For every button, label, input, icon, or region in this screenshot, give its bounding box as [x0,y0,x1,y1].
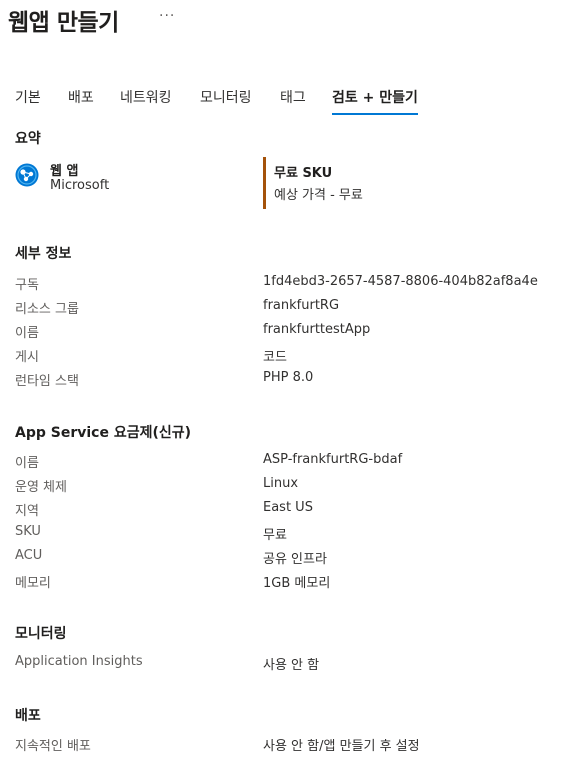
plan-row: 운영 체제 Linux [0,476,577,496]
tab-bar: 기본 배포 네트워킹 모니터링 태그 검토 + 만들기 [15,87,418,117]
tab-review-create[interactable]: 검토 + 만들기 [332,87,418,115]
tab-basics[interactable]: 기본 [15,87,68,115]
details-row: 리소스 그룹 frankfurtRG [0,298,577,318]
monitoring-row: Application Insights 사용 안 함 [0,654,577,674]
tab-monitoring[interactable]: 모니터링 [200,87,280,115]
detail-key: 게시 [15,350,39,365]
detail-key: 이름 [15,326,39,341]
monitoring-heading: 모니터링 [15,626,67,642]
plan-key: 이름 [15,456,39,471]
tab-tags[interactable]: 태그 [280,87,332,115]
detail-value: frankfurttestApp [263,322,371,337]
detail-key: 구독 [15,278,39,293]
plan-key: 지역 [15,504,39,519]
monitoring-key: Application Insights [15,654,143,669]
plan-key: ACU [15,548,43,563]
sku-price: 예상 가격 - 무료 [274,188,363,203]
page-title: 웹앱 만들기 [8,10,119,36]
detail-key: 런타임 스택 [15,374,79,389]
details-row: 게시 코드 [0,346,577,366]
detail-value: PHP 8.0 [263,370,314,385]
deployment-heading: 배포 [15,708,41,724]
deployment-key: 지속적인 배포 [15,739,91,754]
app-publisher: Microsoft [50,178,110,193]
plan-row: 지역 East US [0,500,577,520]
plan-heading: App Service 요금제(신규) [15,425,192,441]
detail-key: 리소스 그룹 [15,302,79,317]
web-app-icon [15,163,39,187]
plan-row: 메모리 1GB 메모리 [0,572,577,592]
plan-value: Linux [263,476,299,491]
plan-value: 1GB 메모리 [263,576,331,591]
details-row: 이름 frankfurttestApp [0,322,577,342]
details-row: 런타임 스택 PHP 8.0 [0,370,577,390]
app-name: 웹 앱 [50,164,79,179]
detail-value: frankfurtRG [263,298,340,313]
sku-title: 무료 SKU [274,166,333,181]
summary-app: 웹 앱 Microsoft [15,158,235,198]
monitoring-value: 사용 안 함 [263,658,320,673]
plan-key: SKU [15,524,41,539]
sku-callout: 무료 SKU 예상 가격 - 무료 [263,157,363,209]
plan-row: 이름 ASP-frankfurtRG-bdaf [0,452,577,472]
detail-value: 코드 [263,350,287,365]
plan-key: 메모리 [15,576,51,591]
plan-value: ASP-frankfurtRG-bdaf [263,452,403,467]
deployment-value: 사용 안 함/앱 만들기 후 설정 [263,739,420,754]
plan-row: ACU 공유 인프라 [0,548,577,568]
tab-networking[interactable]: 네트워킹 [120,87,200,115]
plan-value: 공유 인프라 [263,552,327,567]
detail-value: 1fd4ebd3-2657-4587-8806-404b82af8a4e [263,274,538,289]
plan-value: 무료 [263,528,287,543]
plan-row: SKU 무료 [0,524,577,544]
details-heading: 세부 정보 [15,246,72,262]
plan-value: East US [263,500,313,515]
tab-deployment[interactable]: 배포 [68,87,120,115]
deployment-row: 지속적인 배포 사용 안 함/앱 만들기 후 설정 [0,735,577,755]
plan-key: 운영 체제 [15,480,67,495]
summary-heading: 요약 [15,131,41,147]
details-row: 구독 1fd4ebd3-2657-4587-8806-404b82af8a4e [0,274,577,294]
more-options-button[interactable]: ··· [159,8,175,24]
